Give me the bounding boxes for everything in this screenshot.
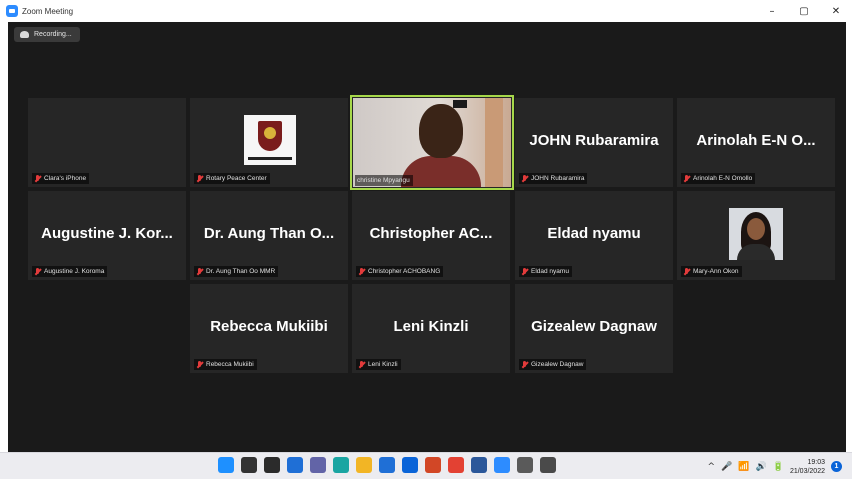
clock-time: 19:03 bbox=[807, 458, 825, 466]
window-title: Zoom Meeting bbox=[22, 6, 74, 16]
edge-icon[interactable] bbox=[333, 457, 349, 473]
participant-name-label: JOHN Rubaramira bbox=[519, 173, 588, 184]
clock-date: 21/03/2022 bbox=[789, 467, 825, 475]
active-speaker-tile[interactable]: christine Mpyangu bbox=[350, 95, 514, 190]
windows-taskbar: ^ 🎤 📶 🔊 🔋 19:03 21/03/2022 1 bbox=[0, 452, 852, 479]
participant-display-name: Arinolah E-N O... bbox=[696, 132, 816, 149]
participant-name-label: Arinolah E-N Omollo bbox=[681, 173, 756, 184]
volume-icon[interactable]: 🔊 bbox=[756, 462, 767, 472]
participant-tile[interactable]: Augustine J. Kor... Augustine J. Koroma bbox=[28, 191, 186, 280]
window-controls: – ▢ ✕ bbox=[756, 0, 852, 22]
participant-tile[interactable]: Arinolah E-N O... Arinolah E-N Omollo bbox=[677, 98, 835, 187]
minimize-button[interactable]: – bbox=[756, 0, 788, 22]
search-icon[interactable] bbox=[241, 457, 257, 473]
mic-muted-icon bbox=[196, 174, 203, 183]
mic-muted-icon bbox=[521, 360, 528, 369]
participant-tile[interactable]: Gizealew Dagnaw Gizealew Dagnaw bbox=[515, 284, 673, 373]
taskbar-apps bbox=[218, 457, 556, 473]
mic-muted-icon bbox=[34, 174, 41, 183]
participant-name-label: Rebecca Mukiibi bbox=[194, 359, 257, 370]
profile-photo bbox=[729, 208, 783, 260]
window-titlebar: Zoom Meeting – ▢ ✕ bbox=[0, 0, 852, 22]
mic-muted-icon bbox=[358, 267, 365, 276]
participant-tile[interactable]: Rebecca Mukiibi Rebecca Mukiibi bbox=[190, 284, 348, 373]
word-icon[interactable] bbox=[471, 457, 487, 473]
participant-display-name: Christopher AC... bbox=[369, 225, 493, 242]
zoom-icon[interactable] bbox=[494, 457, 510, 473]
participant-display-name: Gizealew Dagnaw bbox=[531, 318, 657, 335]
mic-muted-icon bbox=[521, 267, 528, 276]
participant-name-label: Leni Kinzli bbox=[356, 359, 401, 370]
participant-name-label: christine Mpyangu bbox=[355, 175, 413, 186]
participant-display-name: Rebecca Mukiibi bbox=[210, 318, 328, 335]
file-explorer-icon[interactable] bbox=[356, 457, 372, 473]
maximize-button[interactable]: ▢ bbox=[788, 0, 820, 22]
participant-tile[interactable]: Christopher AC... Christopher ACHOBANG bbox=[352, 191, 510, 280]
participant-video bbox=[353, 98, 511, 187]
tray-overflow-icon[interactable]: ^ bbox=[708, 462, 716, 472]
organization-logo bbox=[244, 115, 296, 165]
mail-icon[interactable] bbox=[402, 457, 418, 473]
participant-display-name: JOHN Rubaramira bbox=[529, 132, 659, 149]
mic-muted-icon bbox=[521, 174, 528, 183]
participant-name-label: Dr. Aung Than Oo MMR bbox=[194, 266, 279, 277]
notification-badge[interactable]: 1 bbox=[831, 461, 842, 472]
microphone-icon[interactable]: 🎤 bbox=[721, 462, 732, 472]
meeting-gallery: Recording... Clara's iPhone Rotary Peace… bbox=[8, 22, 846, 452]
widgets-icon[interactable] bbox=[287, 457, 303, 473]
recording-badge[interactable]: Recording... bbox=[14, 27, 80, 42]
participant-display-name: Eldad nyamu bbox=[547, 225, 641, 242]
system-tray: ^ 🎤 📶 🔊 🔋 19:03 21/03/2022 1 bbox=[708, 453, 842, 479]
taskbar-clock[interactable]: 19:03 21/03/2022 bbox=[790, 458, 825, 476]
calculator-icon[interactable] bbox=[540, 457, 556, 473]
participant-tile[interactable]: Dr. Aung Than O... Dr. Aung Than Oo MMR bbox=[190, 191, 348, 280]
mic-muted-icon bbox=[683, 267, 690, 276]
participant-name-label: Clara's iPhone bbox=[32, 173, 90, 184]
start-icon[interactable] bbox=[218, 457, 234, 473]
recording-label: Recording... bbox=[34, 31, 72, 38]
battery-icon[interactable]: 🔋 bbox=[773, 462, 784, 472]
crest-icon bbox=[251, 121, 289, 151]
participant-tile[interactable]: JOHN Rubaramira JOHN Rubaramira bbox=[515, 98, 673, 187]
powerpoint-icon[interactable] bbox=[425, 457, 441, 473]
chrome-icon[interactable] bbox=[448, 457, 464, 473]
participant-tile[interactable]: Leni Kinzli Leni Kinzli bbox=[352, 284, 510, 373]
mic-muted-icon bbox=[358, 360, 365, 369]
participant-name-label: Mary-Ann Okon bbox=[681, 266, 742, 277]
participant-name-label: Eldad nyamu bbox=[519, 266, 572, 277]
participant-tile[interactable]: Rotary Peace Center bbox=[190, 98, 348, 187]
cloud-recording-icon bbox=[20, 31, 29, 38]
wifi-icon[interactable]: 📶 bbox=[738, 462, 749, 472]
teams-chat-icon[interactable] bbox=[310, 457, 326, 473]
participant-tile[interactable]: Clara's iPhone bbox=[28, 98, 186, 187]
participant-name-label: Gizealew Dagnaw bbox=[519, 359, 587, 370]
participant-name-label: Christopher ACHOBANG bbox=[356, 266, 444, 277]
participant-tile[interactable]: Mary-Ann Okon bbox=[677, 191, 835, 280]
mic-muted-icon bbox=[683, 174, 690, 183]
participant-display-name: Augustine J. Kor... bbox=[41, 225, 173, 242]
participant-display-name: Leni Kinzli bbox=[393, 318, 469, 335]
mic-muted-icon bbox=[196, 360, 203, 369]
mic-muted-icon bbox=[34, 267, 41, 276]
participant-tile[interactable]: Eldad nyamu Eldad nyamu bbox=[515, 191, 673, 280]
mic-muted-icon bbox=[196, 267, 203, 276]
settings-icon[interactable] bbox=[517, 457, 533, 473]
participant-name-label: Augustine J. Koroma bbox=[32, 266, 108, 277]
task-view-icon[interactable] bbox=[264, 457, 280, 473]
participant-name-label: Rotary Peace Center bbox=[194, 173, 270, 184]
store-icon[interactable] bbox=[379, 457, 395, 473]
zoom-app-icon bbox=[6, 5, 18, 17]
close-button[interactable]: ✕ bbox=[820, 0, 852, 22]
participant-display-name: Dr. Aung Than O... bbox=[203, 225, 335, 242]
